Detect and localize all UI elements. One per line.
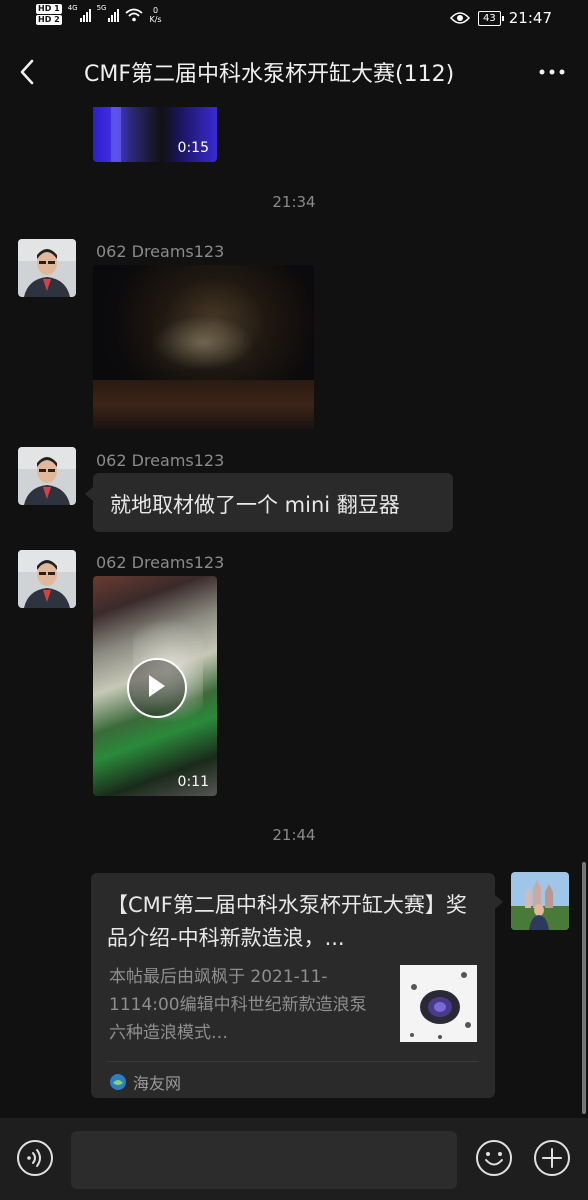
message-text: 就地取材做了一个 mini 翻豆器 — [110, 493, 400, 517]
hd-indicators: HD 1 HD 2 — [36, 4, 62, 25]
voice-icon — [17, 1140, 53, 1176]
plus-icon — [534, 1140, 570, 1176]
back-button[interactable] — [10, 54, 46, 90]
eye-icon — [450, 12, 471, 24]
video-duration-top: 0:15 — [177, 140, 209, 156]
image-message[interactable] — [93, 265, 314, 430]
avatar-sender[interactable] — [18, 447, 76, 505]
timestamp: 21:34 — [272, 193, 316, 211]
source-logo-icon — [110, 1074, 126, 1090]
image-glow — [153, 315, 253, 370]
more-options-button[interactable] — [534, 54, 570, 90]
voice-button[interactable] — [16, 1139, 54, 1177]
timestamp: 21:44 — [272, 826, 316, 844]
wifi-icon — [125, 8, 144, 21]
more-options-icon — [539, 69, 565, 75]
play-icon — [149, 675, 165, 697]
status-time: 21:47 — [508, 9, 552, 27]
sender-name: 062 Dreams123 — [96, 553, 225, 572]
link-card-description: 本帖最后由飒枫于 2021-11-1114:00编辑中科世纪新款造浪泵六种造浪模… — [109, 967, 367, 1043]
emoji-icon — [476, 1140, 512, 1176]
image-floor — [93, 380, 314, 430]
bubble-tail — [85, 487, 93, 501]
chat-title: CMF第二届中科水泵杯开缸大赛(112) — [84, 62, 455, 87]
avatar-portrait-icon — [18, 239, 76, 297]
hd1-badge: HD 1 — [36, 4, 62, 14]
link-card-message[interactable]: 【CMF第二届中科水泵杯开缸大赛】奖品介绍-中科新款造浪，... 本帖最后由飒枫… — [91, 873, 503, 1098]
avatar-sender[interactable] — [18, 239, 76, 297]
emoji-button[interactable] — [475, 1139, 513, 1177]
status-bar: HD 1 HD 2 4G 5G 0 K/s 43 21:47 — [0, 0, 588, 36]
network-1-label: 4G — [67, 4, 78, 12]
network-speed: 0 K/s — [149, 6, 161, 24]
link-card-divider — [107, 1061, 479, 1062]
avatar-castle-photo-icon — [511, 872, 569, 930]
video-duration: 0:11 — [177, 774, 209, 790]
wave-pump-product-icon — [400, 965, 477, 1042]
avatar-portrait-icon — [18, 550, 76, 608]
message-input[interactable] — [71, 1131, 457, 1189]
bubble-tail — [495, 895, 503, 909]
hd2-badge: HD 2 — [36, 15, 62, 25]
signal-2-icon — [108, 8, 120, 22]
source-name: 海友网 — [133, 1074, 182, 1093]
network-2-label: 5G — [96, 4, 107, 12]
status-left: HD 1 HD 2 4G 5G 0 K/s — [36, 4, 162, 25]
speed-value: 0 — [152, 5, 159, 15]
sender-name: 062 Dreams123 — [96, 242, 225, 261]
video-message[interactable]: 0:11 — [93, 576, 217, 796]
video-thumbnail-top[interactable]: 0:15 — [93, 107, 217, 162]
avatar-portrait-icon — [18, 447, 76, 505]
plus-button[interactable] — [533, 1139, 571, 1177]
chat-header: CMF第二届中科水泵杯开缸大赛(112) — [0, 36, 588, 108]
play-button[interactable] — [127, 658, 187, 718]
link-card-source: 海友网 — [109, 1070, 181, 1094]
link-card-thumbnail — [400, 965, 477, 1042]
avatar-self[interactable] — [511, 872, 569, 930]
video-highlight — [111, 107, 121, 162]
link-card-title: 【CMF第二届中科水泵杯开缸大赛】奖品介绍-中科新款造浪，... — [107, 893, 467, 950]
back-arrow-icon — [20, 59, 34, 85]
text-message-bubble[interactable]: 就地取材做了一个 mini 翻豆器 — [85, 473, 453, 532]
avatar-sender[interactable] — [18, 550, 76, 608]
battery-indicator: 43 — [478, 10, 504, 26]
sender-name: 062 Dreams123 — [96, 451, 225, 470]
input-bar — [0, 1118, 588, 1200]
status-right: 43 21:47 — [450, 9, 552, 27]
signal-1-icon — [79, 8, 91, 22]
speed-unit: K/s — [149, 14, 162, 24]
scrollbar[interactable] — [582, 862, 586, 1114]
